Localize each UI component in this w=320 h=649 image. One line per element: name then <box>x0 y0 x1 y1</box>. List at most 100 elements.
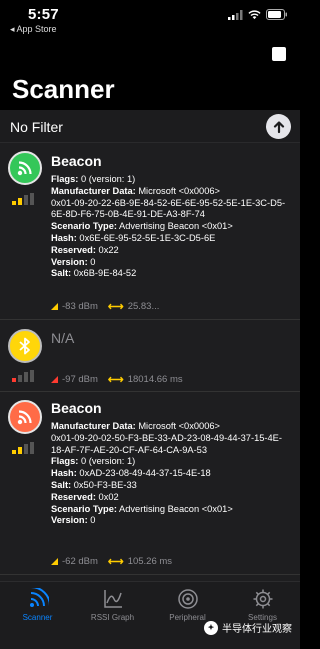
interval-icon: ⟷ <box>107 301 124 313</box>
signal-strength-icon <box>12 193 34 205</box>
tab-bar: Scanner RSSI Graph Peripheral Settings <box>0 581 300 649</box>
cellular-icon <box>228 9 243 20</box>
device-metrics: -97 dBm ⟷ 18014.66 ms <box>51 373 183 386</box>
adv-data-line: Version: 0 <box>51 515 291 527</box>
adv-data-line: Flags: 0 (version: 1) <box>51 174 291 186</box>
device-list[interactable]: Beacon Flags: 0 (version: 1) Manufacturer… <box>0 143 300 581</box>
adv-data-line: Salt: 0x50-F3-BE-33 <box>51 480 291 492</box>
adv-data-line: Flags: 0 (version: 1) <box>51 456 291 468</box>
adv-data-line: Manufacturer Data: Microsoft <0x0006> <box>51 186 291 198</box>
device-metrics: -62 dBm ⟷ 105.26 ms <box>51 555 172 568</box>
adv-data-value: Advertising Beacon <0x01> <box>116 221 233 232</box>
filter-label: No Filter <box>10 119 63 135</box>
peripheral-icon <box>177 589 198 609</box>
adv-data-line: 0x01-09-20-22-6B-9E-84-52-6E-6E-95-52-5E… <box>51 198 291 222</box>
adv-data-key: Salt: <box>51 268 72 279</box>
back-to-app-store-link[interactable]: ◂ App Store <box>10 24 57 35</box>
device-badge <box>8 329 42 363</box>
tab-label: Scanner <box>22 613 53 622</box>
gear-icon <box>253 589 272 609</box>
adv-data-line: Scenario Type: Advertising Beacon <0x01> <box>51 504 291 516</box>
adv-data-line: Hash: 0xAD-23-08-49-44-37-15-4E-18 <box>51 468 291 480</box>
signal-strength-icon <box>12 370 34 382</box>
adv-data-key: Flags: <box>51 174 79 184</box>
adv-data-key: Hash: <box>51 232 77 243</box>
adv-data-key: Hash: <box>51 468 77 479</box>
adv-data-value: 0 <box>87 515 96 526</box>
adv-data-key: Scenario Type: <box>51 221 117 232</box>
rssi-value: -83 dBm <box>62 301 98 312</box>
filter-toggle-button[interactable] <box>266 114 291 139</box>
tab-label: Peripheral <box>169 613 206 622</box>
adv-data-key: Version: <box>51 515 88 526</box>
filter-bar[interactable]: No Filter <box>0 110 300 143</box>
device-metrics: -83 dBm ⟷ 25.83... <box>51 300 159 313</box>
device-name: Beacon <box>51 400 102 416</box>
adv-data-line: Reserved: 0x22 <box>51 245 291 257</box>
adv-data-value: 0x6B-9E-84-52 <box>71 268 137 279</box>
stop-scan-button[interactable] <box>272 47 286 61</box>
nav-header: Scanner <box>0 38 300 110</box>
device-badge <box>8 151 42 185</box>
bluetooth-icon <box>19 337 30 355</box>
adv-data-key: Manufacturer Data: <box>51 185 136 196</box>
device-row[interactable]: N/A -97 dBm ⟷ 18014.66 ms <box>0 320 300 392</box>
tab-scanner[interactable]: Scanner <box>0 588 75 622</box>
broadcast-icon <box>17 410 32 425</box>
watermark-logo-icon: ✦ <box>204 620 218 635</box>
tab-settings[interactable]: Settings <box>225 588 300 622</box>
page-title: Scanner <box>12 74 115 104</box>
interval-icon: ⟷ <box>107 556 124 568</box>
rssi-icon <box>51 558 58 565</box>
advertisement-data: Flags: 0 (version: 1) Manufacturer Data: … <box>51 174 291 280</box>
adv-data-value: 0x01-09-20-22-6B-9E-84-52-6E-6E-95-52-5E… <box>51 197 286 220</box>
interval-icon: ⟷ <box>107 374 124 386</box>
interval-value: 105.26 ms <box>127 556 173 567</box>
adv-data-key: Version: <box>51 256 88 267</box>
status-bar: 5:57 ◂ App Store <box>0 0 300 38</box>
status-time: 5:57 <box>28 6 59 23</box>
broadcast-icon <box>17 161 32 176</box>
adv-data-key: Flags: <box>51 456 79 467</box>
tab-rssi-graph[interactable]: RSSI Graph <box>75 588 150 622</box>
signal-strength-icon <box>12 442 34 454</box>
adv-data-key: Salt: <box>51 479 72 490</box>
adv-data-line: Hash: 0x6E-6E-95-52-5E-1E-3C-D5-6E <box>51 233 291 245</box>
adv-data-value: 0x50-F3-BE-33 <box>71 479 137 490</box>
adv-data-line: 0x01-09-20-02-50-F3-BE-33-AD-23-08-49-44… <box>51 433 291 457</box>
adv-data-key: Reserved: <box>51 491 96 502</box>
adv-data-value: 0x22 <box>95 244 119 255</box>
device-row[interactable]: Beacon Flags: 0 (version: 1) Manufacturer… <box>0 143 300 320</box>
adv-data-value: 0x01-09-20-02-50-F3-BE-33-AD-23-08-49-44… <box>51 432 282 455</box>
adv-data-value: 0xAD-23-08-49-44-37-15-4E-18 <box>76 468 211 479</box>
interval-value: 25.83... <box>127 301 160 312</box>
adv-data-line: Manufacturer Data: Microsoft <0x0006> <box>51 421 291 433</box>
tab-peripheral[interactable]: Peripheral <box>150 588 225 622</box>
rssi-value: -97 dBm <box>62 374 98 385</box>
adv-data-value: 0x6E-6E-95-52-5E-1E-3C-D5-6E <box>76 232 216 243</box>
status-icons <box>228 9 288 20</box>
adv-data-value: 0x02 <box>95 491 119 502</box>
watermark: ✦ 半导体行业观察 <box>204 620 292 635</box>
adv-data-value: Microsoft <0x0006> <box>135 421 220 431</box>
device-badge <box>8 400 42 434</box>
rssi-value: -62 dBm <box>62 556 98 567</box>
adv-data-line: Version: 0 <box>51 257 291 269</box>
device-name: N/A <box>51 330 75 346</box>
adv-data-key: Reserved: <box>51 244 96 255</box>
adv-data-value: Microsoft <0x0006> <box>135 185 220 196</box>
rssi-icon <box>51 376 58 383</box>
device-name: Beacon <box>51 153 102 169</box>
rssi-icon <box>51 303 58 310</box>
device-row[interactable]: Beacon Manufacturer Data: Microsoft <0x0… <box>0 392 300 575</box>
adv-data-value: 0 <box>87 256 96 267</box>
adv-data-line: Reserved: 0x02 <box>51 492 291 504</box>
adv-data-value: Advertising Beacon <0x01> <box>116 503 233 514</box>
tab-label: RSSI Graph <box>90 613 135 622</box>
adv-data-key: Scenario Type: <box>51 503 117 514</box>
arrow-up-icon <box>273 120 284 133</box>
adv-data-value: 0 (version: 1) <box>78 174 136 184</box>
graph-icon <box>103 590 122 608</box>
scanner-icon <box>29 588 49 607</box>
adv-data-key: Manufacturer Data: <box>51 421 136 431</box>
